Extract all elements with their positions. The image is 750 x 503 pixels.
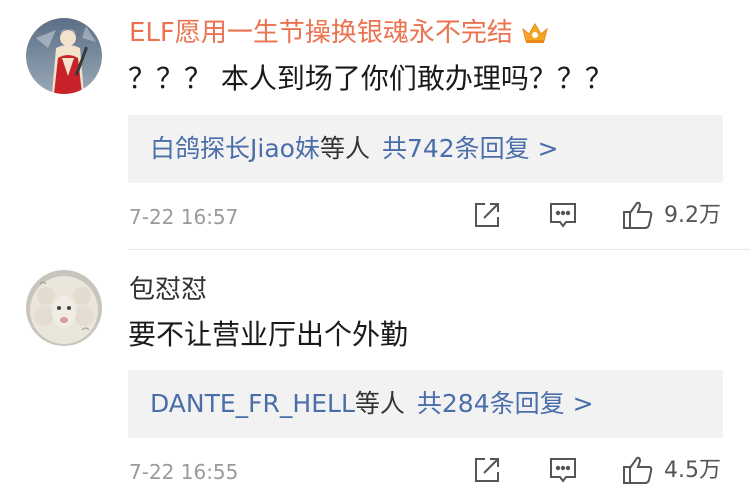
reply-summary[interactable]: 白鸽探长Jiao妹等人 共742条回复 >: [128, 115, 723, 183]
crown-badge-icon: [521, 21, 549, 52]
reply-count-link[interactable]: 共742条回复 >: [382, 134, 559, 163]
username[interactable]: ELF愿用一生节操换银魂永不完结: [129, 18, 549, 52]
comment-item: 包怼怼 要不让营业厅出个外勤 DANTE_FR_HELL等人 共284条回复 > …: [0, 250, 750, 503]
timestamp: 7-22 16:55: [129, 460, 239, 484]
reply-mid-text: 等人: [354, 389, 405, 418]
reply-count-link[interactable]: 共284条回复 >: [417, 389, 594, 418]
reply-summary[interactable]: DANTE_FR_HELL等人 共284条回复 >: [128, 370, 723, 438]
share-icon[interactable]: [472, 200, 502, 234]
comment-item: ELF愿用一生节操换银魂永不完结 ？？？ 本人到场了你们敢办理吗？？？ 白鸽探长…: [0, 0, 750, 250]
reply-user-link[interactable]: DANTE_FR_HELL: [150, 389, 355, 418]
like-icon[interactable]: [622, 455, 654, 489]
like-count: 4.5万: [664, 458, 721, 483]
timestamp: 7-22 16:57: [129, 205, 239, 229]
comment-text: 要不让营业厅出个外勤: [128, 318, 409, 351]
avatar[interactable]: [26, 270, 102, 346]
reply-mid-text: 等人: [319, 134, 370, 163]
comment-text: ？？？ 本人到场了你们敢办理吗？？？: [128, 62, 613, 95]
like-icon[interactable]: [622, 200, 654, 234]
username[interactable]: 包怼怼: [129, 275, 207, 305]
share-icon[interactable]: [472, 455, 502, 489]
comment-icon[interactable]: [548, 200, 578, 234]
avatar[interactable]: [26, 18, 102, 94]
like-count: 9.2万: [664, 203, 721, 228]
reply-user-link[interactable]: 白鸽探长Jiao妹: [150, 134, 320, 163]
comment-icon[interactable]: [548, 455, 578, 489]
